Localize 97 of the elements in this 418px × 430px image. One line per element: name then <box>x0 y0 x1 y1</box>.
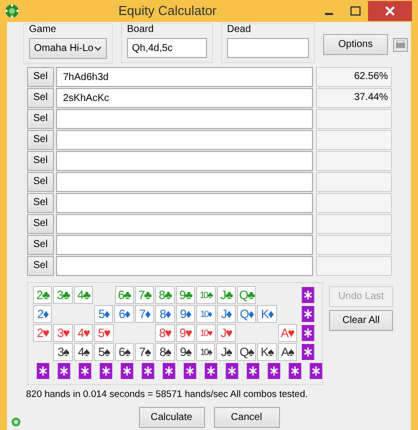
playing-card[interactable]: 8♥ <box>155 324 175 342</box>
joker-card-icon[interactable] <box>288 363 302 379</box>
joker-card-icon[interactable] <box>301 344 316 360</box>
playing-card[interactable]: 10♠ <box>196 343 216 361</box>
playing-card[interactable]: 3♣ <box>53 286 73 304</box>
equity-field: 62.56% <box>316 67 392 87</box>
joker-card-icon[interactable] <box>267 363 281 379</box>
board-field[interactable]: Qh,4d,5c <box>127 38 207 58</box>
select-button[interactable]: Sel <box>27 88 54 108</box>
playing-card[interactable]: 9♠ <box>176 343 196 361</box>
dead-field[interactable] <box>227 38 309 58</box>
hand-field[interactable] <box>56 256 313 276</box>
playing-card[interactable]: 5♠ <box>94 343 114 361</box>
select-button[interactable]: Sel <box>27 256 54 276</box>
chevron-icon <box>94 46 102 52</box>
playing-card[interactable]: Q♦ <box>236 305 256 323</box>
playing-card[interactable]: 9♦ <box>176 305 196 323</box>
playing-card[interactable]: K♠ <box>257 343 277 361</box>
joker-card-icon[interactable] <box>183 363 197 379</box>
hand-field[interactable]: 2sKhAcKc <box>56 88 313 108</box>
close-icon[interactable] <box>368 1 412 21</box>
hand-field[interactable]: 7hAd6h3d <box>56 67 313 87</box>
joker-card-icon[interactable] <box>301 287 316 303</box>
playing-card[interactable]: 2♥ <box>33 324 52 342</box>
playing-card[interactable]: 10♦ <box>196 305 216 323</box>
playing-card[interactable]: 10♥ <box>196 324 216 342</box>
joker-card-icon[interactable] <box>141 363 155 379</box>
playing-card[interactable]: 4♣ <box>74 286 94 304</box>
joker-card-icon[interactable] <box>246 363 260 379</box>
field-label: Dead <box>227 24 252 36</box>
playing-card[interactable]: A♥ <box>278 324 298 342</box>
select-button[interactable]: Sel <box>27 67 54 87</box>
playing-card[interactable]: 3♥ <box>53 324 73 342</box>
select-button[interactable]: Sel <box>27 130 54 150</box>
playing-card[interactable]: 7♠ <box>134 343 154 361</box>
playing-card[interactable]: 6♣ <box>114 286 134 304</box>
hand-field[interactable] <box>56 172 313 192</box>
playing-card[interactable]: J♦ <box>216 305 236 323</box>
side-button[interactable]: Clear All <box>329 310 393 331</box>
playing-card[interactable]: Q♠ <box>236 343 256 361</box>
equity-field: 37.44% <box>316 88 392 108</box>
playing-card[interactable]: K♦ <box>257 305 277 323</box>
playing-card[interactable]: 4♥ <box>74 324 94 342</box>
playing-card[interactable]: J♣ <box>216 286 236 304</box>
joker-card-icon[interactable] <box>301 325 316 341</box>
playing-card[interactable]: 10♣ <box>196 286 216 304</box>
playing-card[interactable]: 5♥ <box>94 324 114 342</box>
hand-field[interactable] <box>56 235 313 255</box>
dialog-button[interactable]: Calculate <box>138 407 204 428</box>
playing-card[interactable]: 2♦ <box>33 305 52 323</box>
select-button[interactable]: Sel <box>27 235 54 255</box>
joker-card-icon[interactable] <box>120 363 134 379</box>
joker-card-icon[interactable] <box>57 363 71 379</box>
playing-card[interactable]: 8♣ <box>155 286 175 304</box>
playing-card[interactable]: J♥ <box>216 324 236 342</box>
joker-card-icon[interactable] <box>99 363 113 379</box>
hand-field[interactable] <box>56 109 313 129</box>
playing-card[interactable]: 3♠ <box>53 343 73 361</box>
joker-card-icon[interactable] <box>78 363 92 379</box>
playing-card[interactable]: 4♠ <box>74 343 94 361</box>
joker-card-icon[interactable] <box>301 306 316 322</box>
playing-card[interactable]: A♠ <box>278 343 298 361</box>
playing-card[interactable]: 2♣ <box>33 286 52 304</box>
status-text: 820 hands in 0.014 seconds = 58571 hands/sec All combos tested. <box>25 388 309 402</box>
joker-card-icon[interactable] <box>204 363 218 379</box>
joker-card-icon[interactable] <box>309 363 323 379</box>
options-button[interactable]: Options <box>323 34 388 55</box>
select-button[interactable]: Sel <box>27 214 54 234</box>
playing-card[interactable]: Q♣ <box>236 286 256 304</box>
select-button[interactable]: Sel <box>27 109 54 129</box>
playing-card[interactable]: 5♦ <box>94 305 114 323</box>
hand-field[interactable] <box>56 130 313 150</box>
playing-card[interactable]: 9♣ <box>176 286 196 304</box>
dialog-button[interactable]: Cancel <box>214 407 280 428</box>
playing-card[interactable]: 6♠ <box>114 343 134 361</box>
playing-card[interactable]: J♠ <box>216 343 236 361</box>
select-button[interactable]: Sel <box>27 151 54 171</box>
joker-card-icon[interactable] <box>36 363 50 379</box>
playing-card[interactable]: 7♣ <box>134 286 154 304</box>
joker-card-icon[interactable] <box>162 363 176 379</box>
joker-card-icon[interactable] <box>225 363 239 379</box>
app-icon <box>5 4 19 18</box>
playing-card[interactable]: 8♦ <box>155 305 175 323</box>
hand-field[interactable] <box>56 151 313 171</box>
playing-card[interactable]: 6♦ <box>114 305 134 323</box>
playing-card[interactable]: 9♥ <box>176 324 196 342</box>
playing-card[interactable]: 8♠ <box>155 343 175 361</box>
window-title: Equity Calculator <box>117 2 218 20</box>
game-dropdown[interactable]: Omaha Hi-Lo <box>29 38 107 59</box>
field-label: Game <box>29 24 58 36</box>
hand-field[interactable] <box>56 214 313 234</box>
field-label: Board <box>127 24 155 36</box>
playing-card[interactable]: 7♦ <box>134 305 154 323</box>
select-button[interactable]: Sel <box>27 172 54 192</box>
hand-field[interactable] <box>56 193 313 213</box>
select-button[interactable]: Sel <box>27 193 54 213</box>
printer-icon[interactable] <box>393 38 408 52</box>
